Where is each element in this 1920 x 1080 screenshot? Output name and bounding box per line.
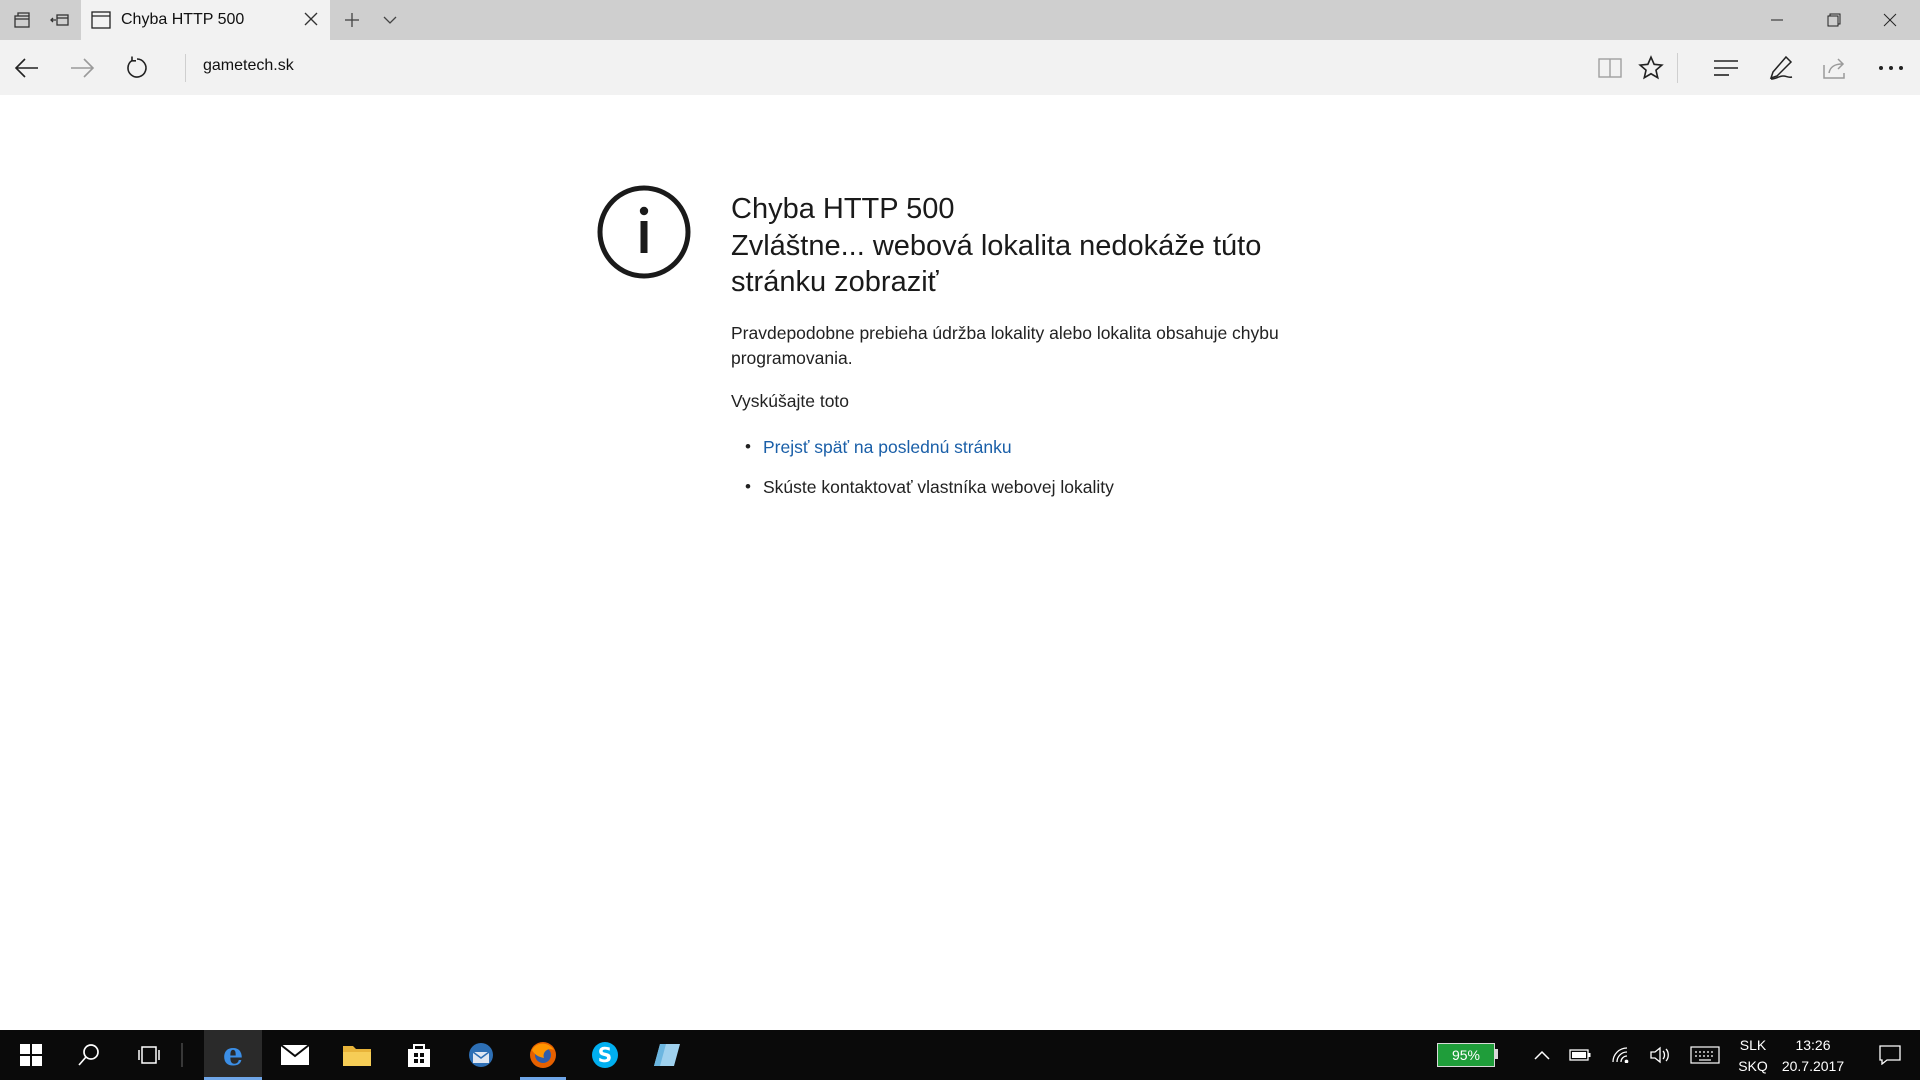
show-hidden-icons-icon[interactable] (1530, 1030, 1554, 1080)
clock-date: 20.7.2017 (1781, 1058, 1845, 1074)
error-description-line2: programovania. (731, 348, 853, 368)
tab-title: Chyba HTTP 500 (121, 11, 245, 28)
restore-button[interactable] (1806, 0, 1862, 40)
error-description-line1: Pravdepodobne prebieha údržba lokality a… (731, 323, 1279, 343)
contact-owner-text: Skúste kontaktovať vlastníka webovej lok… (763, 477, 1114, 497)
error-subtitle: Zvláštne... webová lokalita nedokáže tút… (731, 228, 1331, 300)
address-bar[interactable]: gametech.sk (203, 57, 294, 75)
error-content: Chyba HTTP 500 Zvláštne... webová lokali… (731, 190, 1331, 517)
back-arrow-icon[interactable] (4, 40, 50, 95)
action-center-icon[interactable] (1866, 1030, 1914, 1080)
battery-tip (1495, 1049, 1498, 1059)
close-tab-icon[interactable] (302, 10, 320, 33)
task-view-icon[interactable] (120, 1030, 178, 1080)
battery-indicator[interactable]: 95% (1437, 1043, 1495, 1067)
store-icon[interactable] (390, 1030, 448, 1080)
chevron-down-icon[interactable] (372, 0, 408, 40)
minimize-button[interactable] (1749, 0, 1805, 40)
hub-icon[interactable] (1703, 40, 1749, 95)
mail-icon[interactable] (266, 1030, 324, 1080)
navigation-bar: gametech.sk (0, 40, 1920, 95)
suggestions-list: Prejsť späť na poslednú stránku Skúste k… (731, 437, 1331, 498)
info-icon (597, 185, 691, 279)
reading-view-icon[interactable] (1587, 40, 1633, 95)
share-icon[interactable] (1812, 40, 1858, 95)
tab-bar: Chyba HTTP 500 (0, 0, 1920, 40)
file-explorer-icon[interactable] (328, 1030, 386, 1080)
app-icon[interactable] (638, 1030, 696, 1080)
clock[interactable]: 13:26 20.7.2017 (1776, 1035, 1850, 1077)
error-description: Pravdepodobne prebieha údržba lokality a… (731, 321, 1331, 371)
keyboard-layout-code: SKQ (1738, 1058, 1768, 1074)
input-language-indicator[interactable]: SLK SKQ (1737, 1035, 1769, 1077)
network-icon[interactable] (1610, 1030, 1634, 1080)
skype-icon[interactable]: S (576, 1030, 634, 1080)
clock-time: 13:26 (1795, 1037, 1831, 1053)
address-separator (185, 54, 186, 82)
svg-text:S: S (598, 1043, 612, 1067)
language-code: SLK (1739, 1037, 1767, 1053)
page-icon (91, 11, 111, 34)
thunderbird-icon[interactable] (452, 1030, 510, 1080)
start-button[interactable] (2, 1030, 60, 1080)
set-tabs-aside-icon[interactable] (42, 0, 78, 40)
error-title: Chyba HTTP 500 (731, 193, 955, 225)
close-window-button[interactable] (1862, 0, 1918, 40)
battery-icon[interactable] (1568, 1030, 1592, 1080)
error-subtitle-line1: Zvláštne... webová lokalita nedokáže tút… (731, 230, 1262, 262)
tab-active[interactable]: Chyba HTTP 500 (81, 0, 330, 40)
taskbar-divider (178, 1030, 186, 1080)
toolbar-separator (1677, 53, 1678, 83)
volume-icon[interactable] (1648, 1030, 1672, 1080)
go-back-link[interactable]: Prejsť späť na poslednú stránku (763, 437, 1012, 457)
try-heading: Vyskúšajte toto (731, 391, 850, 411)
touch-keyboard-icon[interactable] (1688, 1030, 1722, 1080)
error-subtitle-line2: stránku zobraziť (731, 266, 939, 298)
taskbar-edge-button[interactable]: e (204, 1030, 262, 1080)
search-icon[interactable] (60, 1030, 118, 1080)
web-note-pen-icon[interactable] (1758, 40, 1804, 95)
list-item[interactable]: Prejsť späť na poslednú stránku (731, 437, 1331, 458)
list-item: Skúste kontaktovať vlastníka webovej lok… (731, 477, 1331, 498)
more-options-icon[interactable] (1868, 40, 1914, 95)
new-tab-icon[interactable] (334, 0, 370, 40)
svg-text:e: e (223, 1040, 243, 1070)
tab-preview-icon[interactable] (4, 0, 40, 40)
forward-arrow-icon[interactable] (59, 40, 105, 95)
refresh-icon[interactable] (114, 40, 160, 95)
favorites-star-icon[interactable] (1628, 40, 1674, 95)
firefox-icon[interactable] (514, 1030, 572, 1080)
